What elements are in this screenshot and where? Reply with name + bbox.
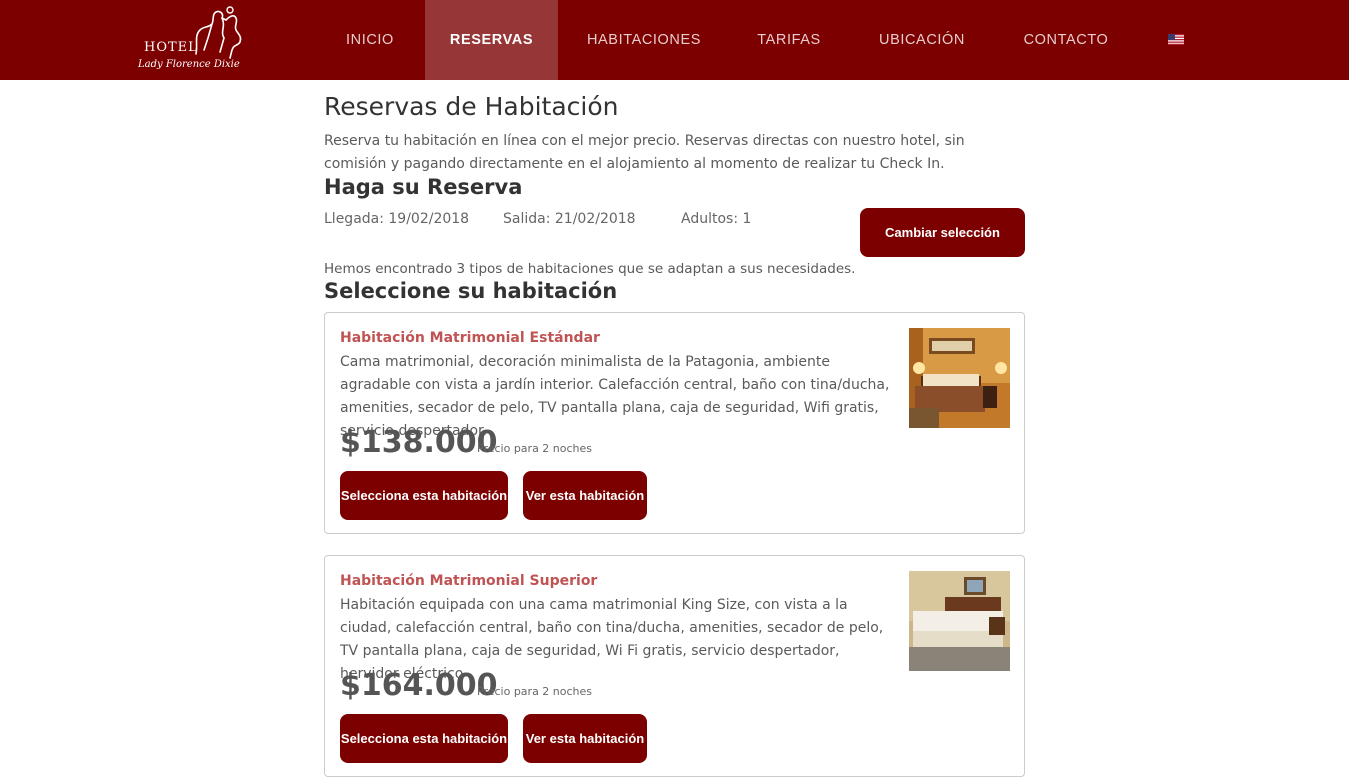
price-note: Precio para 2 noches [477, 442, 593, 455]
arrival-date: Llegada: 19/02/2018 [324, 211, 470, 227]
logo-word: HOTEL [144, 40, 198, 55]
select-room-button[interactable]: Selecciona esta habitación [340, 714, 508, 763]
nav-inicio[interactable]: INICIO [326, 0, 414, 80]
nav-contacto[interactable]: CONTACTO [1005, 0, 1127, 80]
select-room-title: Seleccione su habitación [324, 279, 618, 303]
room-price: $164.000 [340, 668, 498, 703]
departure-date: Salida: 21/02/2018 [503, 211, 636, 227]
select-room-button[interactable]: Selecciona esta habitación [340, 471, 508, 520]
page-title: Reservas de Habitación [324, 92, 619, 121]
results-found-text: Hemos encontrado 3 tipos de habitaciones… [324, 261, 856, 277]
nav-reservas[interactable]: RESERVAS [425, 0, 558, 80]
adults-count: Adultos: 1 [681, 211, 752, 227]
nav-tarifas[interactable]: TARIFAS [740, 0, 838, 80]
change-selection-button[interactable]: Cambiar selección [860, 208, 1025, 257]
view-room-button[interactable]: Ver esta habitación [523, 714, 647, 763]
room-photo[interactable] [909, 328, 1010, 428]
view-room-button[interactable]: Ver esta habitación [523, 471, 647, 520]
page-intro: Reserva tu habitación en línea con el me… [324, 133, 965, 172]
room-photo-image [909, 328, 1010, 428]
horse-rider-logo-icon [195, 6, 242, 59]
room-card: Habitación Matrimonial Estándar Cama mat… [324, 312, 1025, 534]
room-name[interactable]: Habitación Matrimonial Superior [340, 573, 597, 589]
logo-script: Lady Florence Dixie [138, 59, 240, 70]
room-photo[interactable] [909, 571, 1010, 671]
top-navbar: HOTEL Lady Florence Dixie INICIO RESERVA… [0, 0, 1349, 80]
us-flag-icon[interactable] [1168, 34, 1184, 45]
booking-subtitle: Haga su Reserva [324, 175, 523, 199]
price-note: Precio para 2 noches [477, 685, 593, 698]
room-name[interactable]: Habitación Matrimonial Estándar [340, 330, 600, 346]
room-price: $138.000 [340, 425, 498, 460]
hotel-logo[interactable]: HOTEL Lady Florence Dixie [136, 4, 250, 76]
room-card: Habitación Matrimonial Superior Habitaci… [324, 555, 1025, 777]
nav-ubicacion[interactable]: UBICACIÓN [860, 0, 984, 80]
room-photo-image [909, 571, 1010, 671]
nav-habitaciones[interactable]: HABITACIONES [570, 0, 718, 80]
